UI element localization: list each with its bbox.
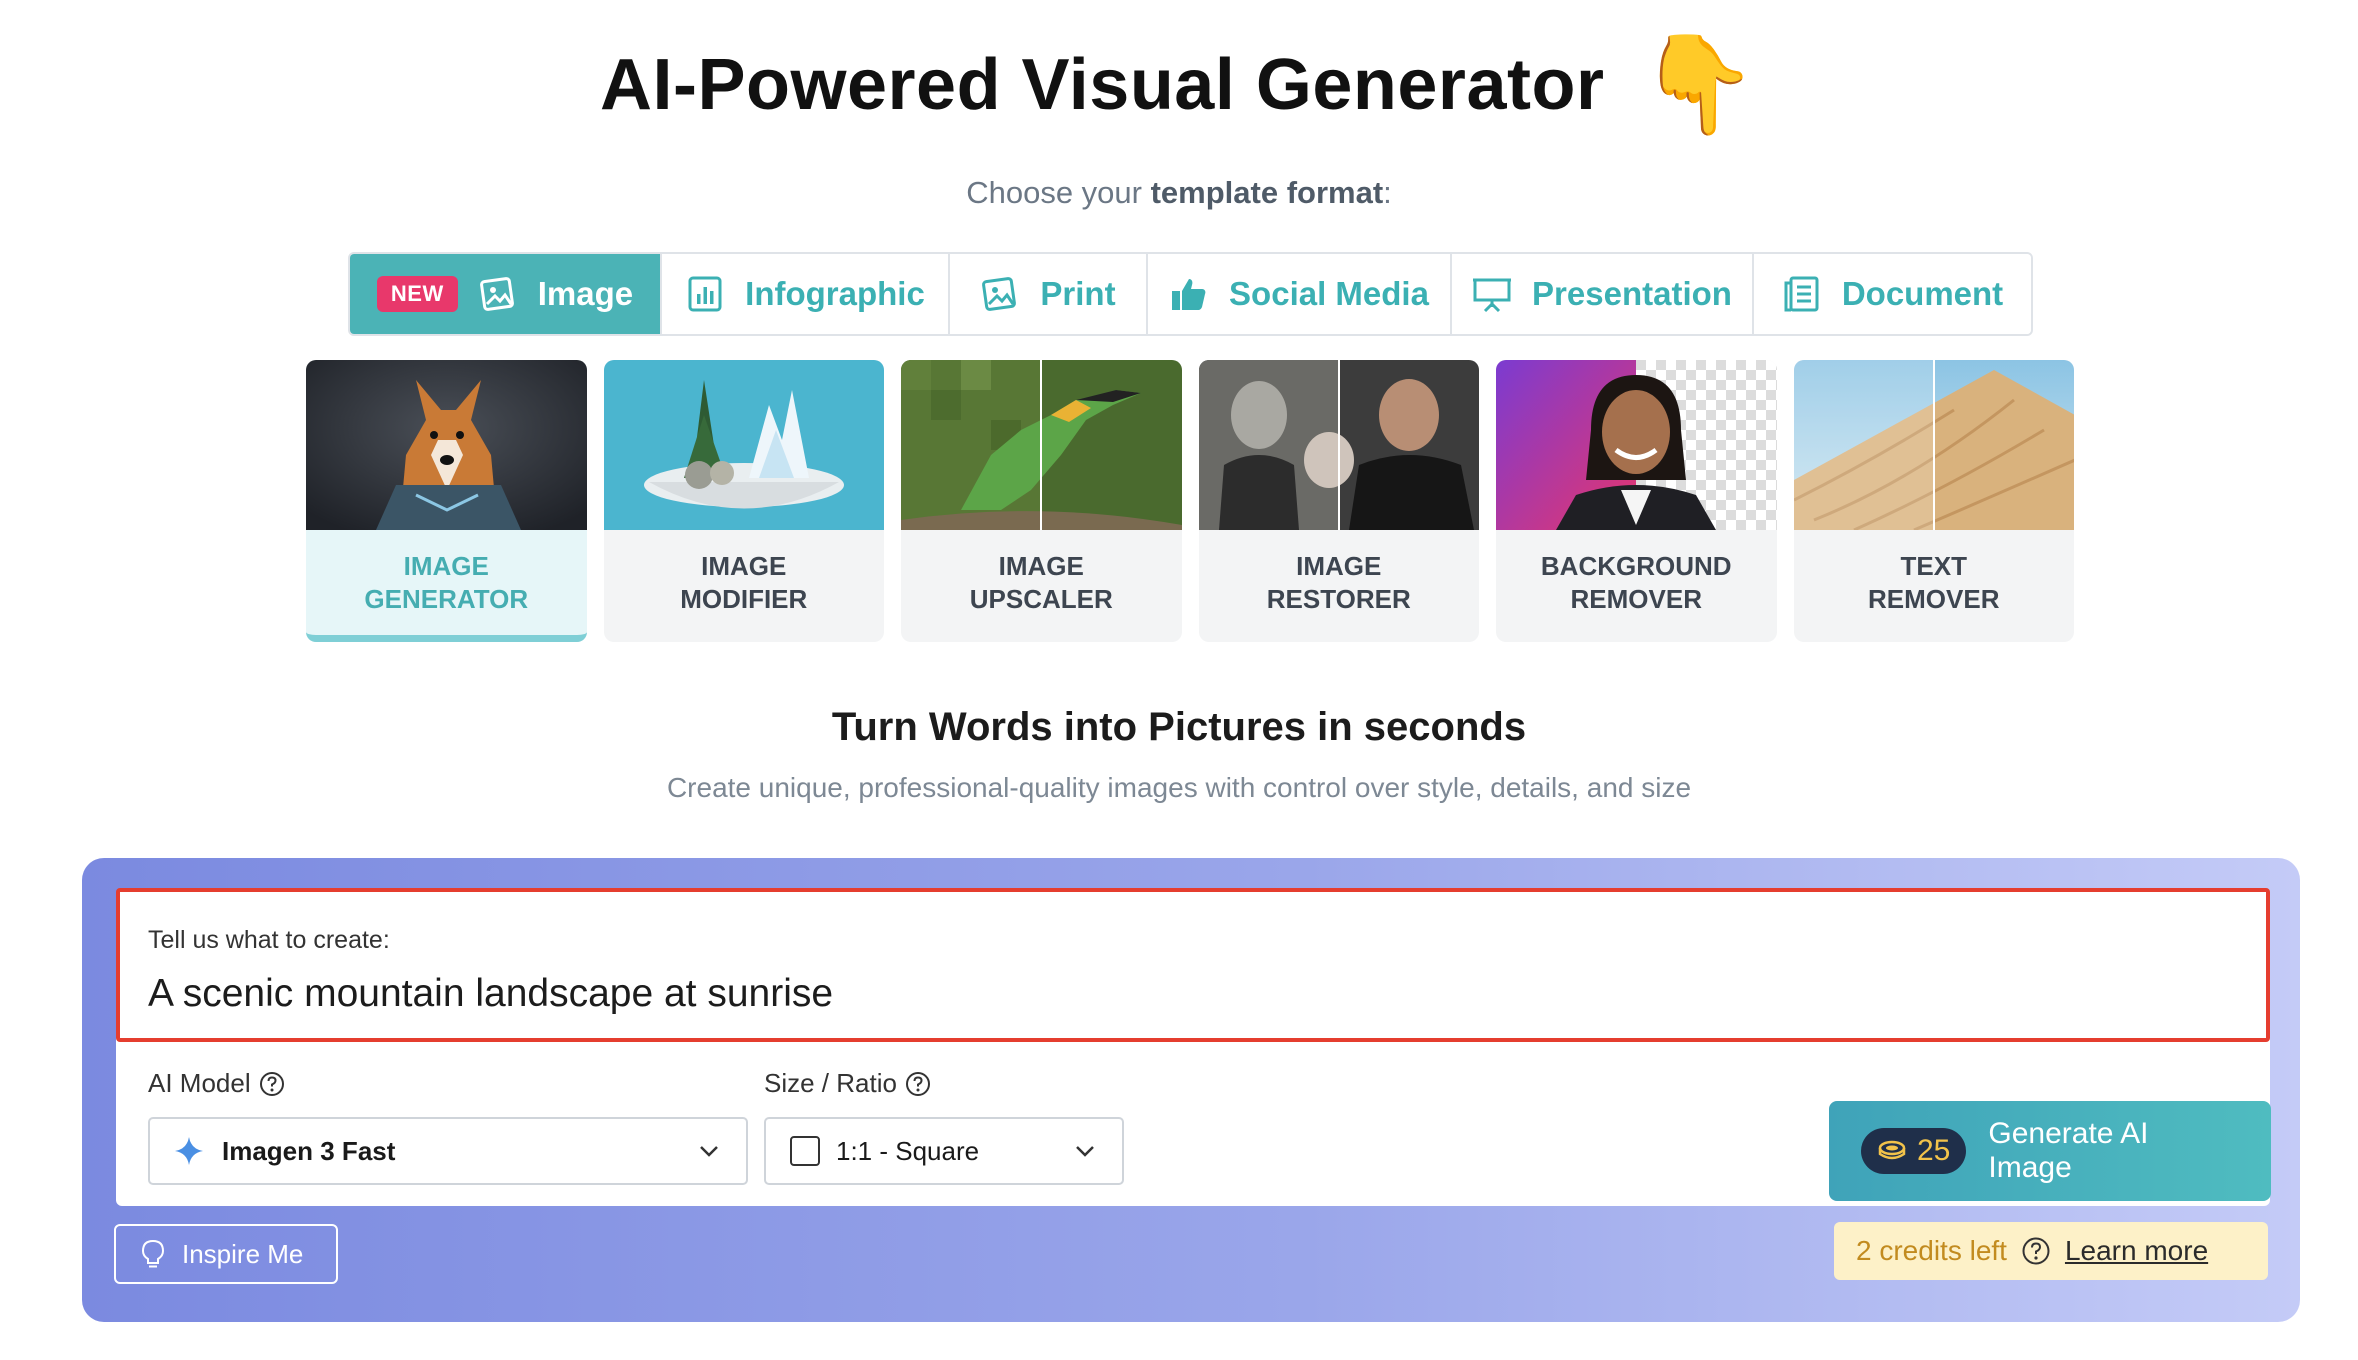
tab-infographic[interactable]: Infographic — [662, 254, 950, 334]
credit-cost-badge: 25 — [1861, 1128, 1967, 1174]
pointing-down-icon: 👇 — [1638, 31, 1758, 138]
print-icon — [982, 277, 1017, 311]
tab-infographic-label: Infographic — [745, 275, 925, 312]
desert-thumbnail — [1793, 360, 2074, 530]
chevron-down-icon — [700, 1146, 718, 1157]
help-icon[interactable] — [259, 1071, 285, 1097]
presentation-icon — [1473, 278, 1512, 313]
prompt-input[interactable]: Tell us what to create: A scenic mountai… — [116, 888, 2270, 1042]
ai-model-label: AI Model — [148, 1068, 285, 1099]
ai-model-select[interactable]: Imagen 3 Fast — [148, 1117, 748, 1185]
corgi-thumbnail — [306, 360, 587, 530]
format-prompt: Choose your template format: — [0, 175, 2358, 211]
prompt-value[interactable]: A scenic mountain landscape at sunrise — [148, 972, 833, 1016]
tool-label-line2: REMOVER — [1570, 584, 1702, 614]
sparkle-icon — [175, 1137, 203, 1165]
tab-presentation[interactable]: Presentation — [1452, 254, 1754, 334]
page-header: AI-Powered Visual Generator 👇 — [0, 30, 2358, 140]
credits-notice: 2 credits left Learn more — [1834, 1222, 2268, 1280]
bowl-thumbnail — [603, 360, 884, 530]
family-photo-thumbnail — [1198, 360, 1479, 530]
tool-label-line1: IMAGE — [701, 551, 787, 581]
tool-label-line2: RESTORER — [1266, 584, 1411, 614]
tab-document-label: Document — [1841, 275, 2004, 312]
credits-left-text: 2 credits left — [1856, 1235, 2007, 1266]
tool-label-line2: GENERATOR — [364, 584, 529, 614]
chevron-down-icon — [1076, 1146, 1094, 1157]
generator-form: Tell us what to create: A scenic mountai… — [116, 888, 2271, 1206]
tool-label-line1: IMAGE — [998, 551, 1084, 581]
generate-button[interactable]: 25 Generate AI Image — [1829, 1101, 2271, 1201]
tool-image-modifier[interactable]: IMAGE MODIFIER — [603, 360, 884, 642]
tool-image-restorer[interactable]: IMAGE RESTORER — [1198, 360, 1479, 642]
bar-chart-icon — [688, 276, 722, 312]
ai-model-value: Imagen 3 Fast — [222, 1135, 396, 1166]
tab-social-media[interactable]: Social Media — [1148, 254, 1452, 334]
tool-image-upscaler[interactable]: IMAGE UPSCALER — [901, 360, 1182, 642]
square-icon — [790, 1136, 820, 1166]
generator-panel: Tell us what to create: A scenic mountai… — [82, 858, 2300, 1322]
format-prompt-bold: template format — [1150, 175, 1384, 210]
tool-label-line2: REMOVER — [1868, 584, 2000, 614]
coin-icon — [1878, 1140, 1906, 1160]
thumbs-up-icon — [1172, 279, 1206, 310]
tab-social-media-label: Social Media — [1229, 275, 1429, 312]
tab-document[interactable]: Document — [1754, 254, 2031, 334]
tool-label-line2: MODIFIER — [680, 584, 808, 614]
tool-label-line2: UPSCALER — [969, 584, 1113, 614]
tab-image-label: Image — [537, 275, 634, 312]
size-ratio-label: Size / Ratio — [764, 1068, 931, 1099]
format-tabs: NEW Image Infographic Print Social Media… — [348, 252, 2033, 336]
tab-print-label: Print — [1040, 275, 1116, 312]
size-ratio-select[interactable]: 1:1 - Square — [764, 1117, 1124, 1185]
tool-text-remover[interactable]: TEXT REMOVER — [1793, 360, 2074, 642]
tool-image-generator[interactable]: IMAGE GENERATOR — [306, 360, 587, 642]
tab-print[interactable]: Print — [950, 254, 1148, 334]
new-badge: NEW — [376, 276, 458, 312]
format-prompt-suffix: : — [1383, 175, 1392, 210]
generate-label: Generate AI Image — [1988, 1117, 2149, 1184]
bird-thumbnail — [901, 360, 1182, 530]
credit-cost: 25 — [1917, 1134, 1951, 1167]
inspire-me-button[interactable]: Inspire Me — [114, 1224, 338, 1284]
tool-label-line1: TEXT — [1900, 551, 1967, 581]
tool-cards: IMAGE GENERATOR IMAGE MODIFIER IMAGE UPS… — [306, 360, 2074, 642]
tool-background-remover[interactable]: BACKGROUND REMOVER — [1496, 360, 1777, 642]
help-icon[interactable] — [905, 1071, 931, 1097]
page-title: AI-Powered Visual Generator — [599, 45, 1605, 125]
format-prompt-prefix: Choose your — [966, 175, 1151, 210]
tab-image[interactable]: NEW Image — [350, 254, 662, 334]
size-ratio-value: 1:1 - Square — [836, 1135, 980, 1166]
size-ratio-label-text: Size / Ratio — [764, 1068, 897, 1098]
section-title: Turn Words into Pictures in seconds — [831, 705, 1527, 749]
tab-presentation-label: Presentation — [1532, 275, 1732, 312]
image-icon — [479, 277, 514, 311]
tool-label-line1: IMAGE — [403, 551, 489, 581]
ai-model-label-text: AI Model — [148, 1068, 251, 1098]
portrait-thumbnail — [1496, 360, 1777, 530]
section-subtitle: Create unique, professional-quality imag… — [666, 772, 1692, 803]
tool-label-line1: IMAGE — [1296, 551, 1382, 581]
inspire-me-label: Inspire Me — [182, 1238, 304, 1269]
lightbulb-icon — [141, 1239, 165, 1268]
document-icon — [1784, 276, 1819, 312]
tool-label-line1: BACKGROUND — [1540, 551, 1732, 581]
learn-more-link[interactable]: Learn more — [2065, 1235, 2208, 1267]
help-icon[interactable] — [2021, 1236, 2051, 1266]
prompt-label: Tell us what to create: — [148, 926, 390, 954]
